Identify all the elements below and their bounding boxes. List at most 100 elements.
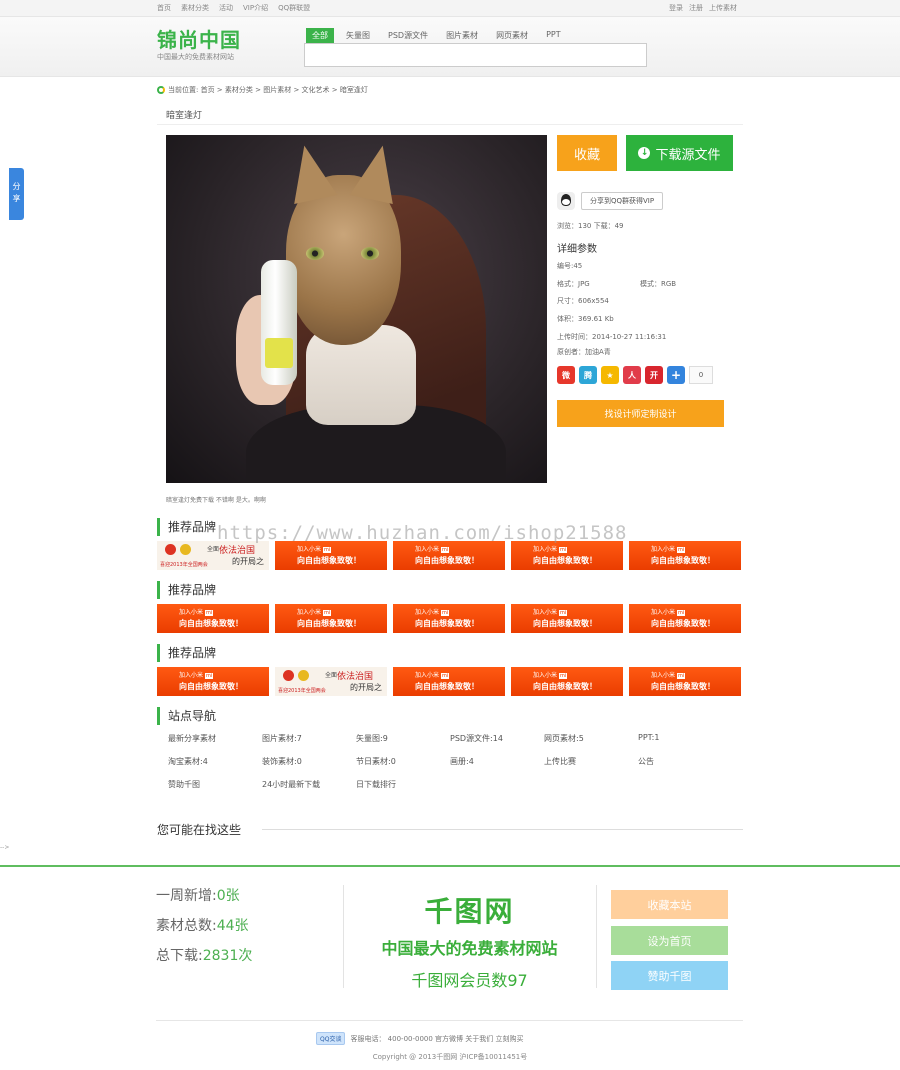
more-share-icon[interactable]: + bbox=[667, 366, 685, 384]
image-caption: 暗室逢灯免费下载 不错啊 是大。啊啊 bbox=[166, 497, 266, 504]
related-title: 您可能在找这些 bbox=[157, 823, 242, 837]
tab-ppt[interactable]: PPT bbox=[540, 28, 567, 43]
top-link-categories[interactable]: 素材分类 bbox=[181, 3, 209, 13]
image-cat-eye-left bbox=[306, 247, 324, 260]
brand-section-title-1: 推荐品牌 bbox=[157, 518, 216, 536]
brand-banner[interactable]: 加入小米 mi 向自由想象致敬！ bbox=[393, 604, 505, 633]
site-nav-link[interactable]: 装饰素材:0 bbox=[262, 756, 356, 767]
tencent-weibo-share-icon[interactable]: 腾 bbox=[579, 366, 597, 384]
banner-text: 向自由想象致敬！ bbox=[533, 619, 597, 628]
breadcrumb-text[interactable]: 当前位置: 首页 > 素材分类 > 图片素材 > 文化艺术 > 暗室逢灯 bbox=[168, 85, 368, 95]
tab-psd[interactable]: PSD源文件 bbox=[382, 28, 434, 43]
stat-value: 44张 bbox=[216, 918, 249, 934]
site-logo[interactable]: 锦尚中国 中国最大的免费素材网站 bbox=[157, 29, 241, 62]
download-button[interactable]: ↓ 下载源文件 bbox=[626, 135, 733, 171]
brand-banner[interactable]: 加入小米 mi 向自由想象致敬！ bbox=[157, 604, 269, 633]
side-share-tab[interactable]: 分享 bbox=[9, 168, 24, 220]
brand-section-title-3: 推荐品牌 bbox=[157, 644, 216, 662]
banner-text: 加入小米 mi bbox=[415, 607, 450, 616]
brand-banner[interactable]: 全面 依法治国 的开局之 喜迎2013年全国两会 bbox=[157, 541, 269, 570]
brand-banner[interactable]: 加入小米 mi 向自由想象致敬！ bbox=[629, 541, 741, 570]
brand-banner[interactable]: 加入小米 mi 向自由想象致敬！ bbox=[511, 541, 623, 570]
footer-separator bbox=[596, 885, 597, 988]
banner-text: 喜迎2013年全国两会 bbox=[278, 688, 326, 694]
bookmark-site-button[interactable]: 收藏本站 bbox=[611, 890, 728, 919]
banner-text: 的开局之 bbox=[350, 683, 382, 692]
mi-logo-icon: mi bbox=[559, 610, 568, 616]
upload-link[interactable]: 上传素材 bbox=[709, 3, 737, 13]
renren-share-icon[interactable]: 人 bbox=[623, 366, 641, 384]
brand-banner[interactable]: 加入小米 mi 向自由想象致敬！ bbox=[629, 667, 741, 696]
site-nav-link[interactable]: 公告 bbox=[638, 756, 732, 767]
top-link-events[interactable]: 活动 bbox=[219, 3, 233, 13]
site-nav-link[interactable]: 画册:4 bbox=[450, 756, 544, 767]
stray-comment-text: --> bbox=[0, 844, 10, 851]
site-nav-link[interactable]: 最新分享素材 bbox=[168, 733, 262, 744]
brand-banner[interactable]: 加入小米 mi 向自由想象致敬！ bbox=[157, 667, 269, 696]
brand-banner[interactable]: 加入小米 mi 向自由想象致敬！ bbox=[275, 604, 387, 633]
copyright: Copyright @ 2013千图网 沪ICP备10011451号 bbox=[372, 1053, 528, 1061]
sponsor-button[interactable]: 赞助千图 bbox=[611, 961, 728, 990]
top-link-vip[interactable]: VIP介绍 bbox=[243, 3, 268, 13]
site-nav-link[interactable]: 24小时最新下载 bbox=[262, 779, 356, 790]
banner-text: 向自由想象致敬！ bbox=[297, 556, 361, 565]
detail-mode: 模式：RGB bbox=[640, 280, 677, 288]
tab-all[interactable]: 全部 bbox=[306, 28, 334, 43]
preview-image[interactable] bbox=[166, 135, 547, 483]
tab-vector[interactable]: 矢量图 bbox=[340, 28, 376, 43]
site-nav-link[interactable]: 网页素材:5 bbox=[544, 733, 638, 744]
tab-web[interactable]: 网页素材 bbox=[490, 28, 534, 43]
search-input[interactable] bbox=[304, 43, 647, 67]
mi-logo-icon: mi bbox=[441, 547, 450, 553]
set-homepage-button[interactable]: 设为首页 bbox=[611, 926, 728, 955]
top-left-links: 首页 素材分类 活动 VIP介绍 QQ群联盟 bbox=[157, 3, 310, 13]
favorite-button[interactable]: 收藏 bbox=[557, 135, 617, 171]
brand-banner[interactable]: 加入小米 mi 向自由想象致敬！ bbox=[393, 667, 505, 696]
share-buttons: 微 腾 ★ 人 开 + 0 bbox=[557, 366, 713, 384]
brand-banner[interactable]: 加入小米 mi 向自由想象致敬！ bbox=[629, 604, 741, 633]
brand-banner[interactable]: 加入小米 mi 向自由想象致敬！ bbox=[511, 667, 623, 696]
banner-text: 加入小米 bbox=[415, 609, 440, 616]
brand-banner[interactable]: 加入小米 mi 向自由想象致敬！ bbox=[275, 541, 387, 570]
site-nav-link[interactable]: 节日素材:0 bbox=[356, 756, 450, 767]
stat-value: 2831次 bbox=[202, 948, 253, 964]
brand-banner[interactable]: 加入小米 mi 向自由想象致敬！ bbox=[511, 604, 623, 633]
mi-logo-icon: mi bbox=[677, 547, 686, 553]
register-link[interactable]: 注册 bbox=[689, 3, 703, 13]
banner-text: 加入小米 bbox=[651, 609, 676, 616]
site-nav-link[interactable]: 上传比赛 bbox=[544, 756, 638, 767]
brand-banner[interactable]: 全面 依法治国 的开局之 喜迎2013年全国两会 bbox=[275, 667, 387, 696]
site-nav-link[interactable]: 淘宝素材:4 bbox=[168, 756, 262, 767]
find-designer-button[interactable]: 找设计师定制设计 bbox=[557, 400, 724, 427]
banner-text: 加入小米 bbox=[297, 546, 322, 553]
brand-row-1: 全面 依法治国 的开局之 喜迎2013年全国两会 加入小米 mi 向自由想象致敬！ … bbox=[157, 541, 741, 570]
kaixin-share-icon[interactable]: 开 bbox=[645, 366, 663, 384]
tab-images[interactable]: 图片素材 bbox=[440, 28, 484, 43]
site-nav-link[interactable]: 日下载排行 bbox=[356, 779, 450, 790]
banner-text: 喜迎2013年全国两会 bbox=[160, 562, 208, 568]
qzone-share-icon[interactable]: ★ bbox=[601, 366, 619, 384]
banner-text: 向自由想象致敬！ bbox=[533, 556, 597, 565]
detail-creator: 原创者：加油A青 bbox=[557, 348, 611, 356]
mi-logo-icon: mi bbox=[323, 547, 332, 553]
login-link[interactable]: 登录 bbox=[669, 3, 683, 13]
banner-text: 向自由想象致敬！ bbox=[533, 682, 597, 691]
banner-text: 加入小米 mi bbox=[415, 670, 450, 679]
qq-chat-button[interactable]: QQ交谈 bbox=[316, 1032, 346, 1045]
banner-text: 加入小米 bbox=[651, 546, 676, 553]
banner-text: 向自由想象致敬！ bbox=[415, 682, 479, 691]
top-link-home[interactable]: 首页 bbox=[157, 3, 171, 13]
weibo-share-icon[interactable]: 微 bbox=[557, 366, 575, 384]
banner-text: 加入小米 bbox=[533, 672, 558, 679]
site-nav-link[interactable]: PSD源文件:14 bbox=[450, 733, 544, 744]
site-nav-link[interactable]: 赞助千图 bbox=[168, 779, 262, 790]
stat-value: 0张 bbox=[216, 888, 240, 904]
site-nav-link[interactable]: 矢量图:9 bbox=[356, 733, 450, 744]
brand-banner[interactable]: 加入小米 mi 向自由想象致敬！ bbox=[393, 541, 505, 570]
site-nav-link[interactable]: PPT:1 bbox=[638, 733, 732, 744]
qq-share-button[interactable]: 分享到QQ群获得VIP bbox=[581, 192, 664, 210]
site-nav-link[interactable]: 图片素材:7 bbox=[262, 733, 356, 744]
location-icon bbox=[157, 86, 165, 94]
top-link-qq-group[interactable]: QQ群联盟 bbox=[278, 3, 310, 13]
contact-links[interactable]: 客服电话： 400-00-0000 官方微博 关于我们 立刻购买 bbox=[350, 1034, 523, 1044]
